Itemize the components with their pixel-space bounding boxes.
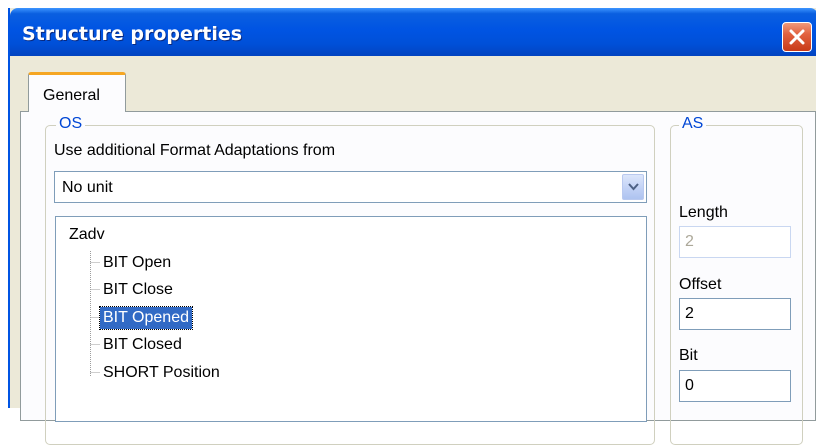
chevron-down-icon bbox=[628, 183, 639, 191]
title-bar[interactable]: Structure properties bbox=[10, 8, 816, 56]
offset-field[interactable] bbox=[679, 298, 791, 330]
close-icon bbox=[789, 29, 805, 45]
offset-input[interactable] bbox=[680, 299, 790, 329]
tab-panel-general: OS Use additional Format Adaptations fro… bbox=[20, 111, 816, 445]
tree-item-short-position[interactable]: SHORT Position bbox=[100, 362, 223, 384]
tree-item-bit-close[interactable]: BIT Close bbox=[100, 279, 176, 301]
length-input[interactable] bbox=[680, 227, 790, 257]
tab-general[interactable]: General bbox=[28, 72, 126, 112]
bit-label: Bit bbox=[679, 347, 698, 364]
tree-item-bit-closed[interactable]: BIT Closed bbox=[100, 334, 185, 356]
format-adaptations-select[interactable]: No unit bbox=[54, 171, 647, 203]
tab-general-label: General bbox=[43, 87, 100, 104]
structure-tree[interactable]: Zadv BIT Open BIT Close BIT Opened BIT C… bbox=[55, 216, 647, 422]
offset-label: Offset bbox=[679, 276, 722, 293]
length-label: Length bbox=[679, 204, 728, 221]
dialog-client-area: General OS Use additional Format Adaptat… bbox=[10, 56, 816, 445]
as-group-legend: AS bbox=[679, 115, 707, 133]
bit-input[interactable] bbox=[680, 371, 790, 401]
length-field[interactable] bbox=[679, 226, 791, 258]
structure-properties-dialog: Structure properties General OS Use addi… bbox=[8, 8, 816, 445]
os-group-legend: OS bbox=[56, 115, 86, 133]
tree-item-bit-open[interactable]: BIT Open bbox=[100, 252, 174, 274]
format-adaptations-value: No unit bbox=[62, 179, 113, 196]
dropdown-button[interactable] bbox=[622, 174, 644, 200]
format-adaptations-label: Use additional Format Adaptations from bbox=[54, 142, 336, 159]
window-title: Structure properties bbox=[22, 23, 243, 45]
bit-field[interactable] bbox=[679, 370, 791, 402]
tree-item-bit-opened[interactable]: BIT Opened bbox=[99, 306, 193, 330]
close-button[interactable] bbox=[782, 22, 812, 52]
